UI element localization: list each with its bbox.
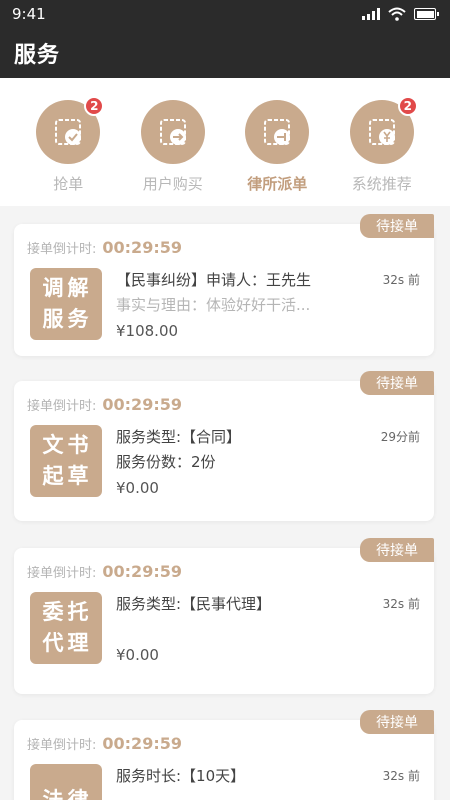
countdown-label: 接单倒计时: [27,399,97,414]
user-purchase-icon [140,100,205,164]
service-type-line1: 调解 [42,276,93,300]
service-type-line2: 起草 [42,464,93,488]
order-time-ago: 32s 前 [382,597,420,611]
service-type-box: 文书 起草 [30,425,102,497]
wifi-icon [388,7,406,21]
service-type-line1: 法律 [42,787,93,800]
status-badge: 待接单 [360,710,434,734]
category-system-recommend[interactable]: 2 系统推荐 [337,96,427,194]
service-type-box: 委托 代理 [30,592,102,664]
service-type-box: 调解 服务 [30,268,102,340]
order-card[interactable]: 待接单 接单倒计时: 00:29:59 文书起草 服务类型:【合同】 服务份数：… [14,371,434,521]
countdown: 接单倒计时: 00:29:59 [27,238,182,257]
countdown: 接单倒计时: 00:29:59 [27,395,182,414]
category-label: 律所派单 [247,175,308,193]
signal-icon [362,8,380,20]
grab-order-icon: 2 [36,96,105,164]
category-label: 系统推荐 [351,175,412,193]
order-line1: 服务时长:【10天】 [116,767,246,785]
category-label: 抢单 [53,175,84,193]
order-line2: 事实与理由：体验好好干活... [116,296,311,314]
countdown-time: 00:29:59 [102,238,182,257]
countdown-label: 接单倒计时: [27,738,97,753]
countdown-time: 00:29:59 [102,395,182,414]
countdown-label: 接单倒计时: [27,242,97,257]
status-icons [362,7,439,21]
page-title: 服务 [14,43,61,68]
order-price: ¥0.00 [116,479,159,497]
app-header: 服务 [0,28,450,78]
firm-dispatch-icon [245,100,310,164]
status-badge: 待接单 [360,371,434,395]
order-line1: 【民事纠纷】申请人：王先生 [116,271,312,289]
order-time-ago: 29分前 [380,430,420,444]
system-recommend-icon: 2 [349,96,418,164]
countdown-time: 00:29:59 [102,734,182,753]
status-bar: 9:41 [0,0,450,28]
category-label: 用户购买 [142,175,203,193]
service-type-line1: 委托 [42,600,93,624]
service-type-line2: 服务 [42,307,93,331]
order-info: 服务类型:【合同】 服务份数：2份 ¥0.00 [116,425,420,501]
battery-icon [414,8,439,20]
status-badge: 待接单 [360,538,434,562]
countdown-label: 接单倒计时: [27,566,97,581]
order-card[interactable]: 待接单 接单倒计时: 00:29:59 调解服务 【民事纠纷】申请人：王先生 事… [14,214,434,356]
order-line1: 服务类型:【民事代理】 [116,595,272,613]
category-grab-order[interactable]: 2 抢单 [23,96,113,194]
order-line1: 服务类型:【合同】 [116,428,242,446]
order-time-ago: 32s 前 [382,273,420,287]
status-badge: 待接单 [360,214,434,238]
category-user-purchase[interactable]: 用户购买 [128,100,218,194]
order-card[interactable]: 待接单 接单倒计时: 00:29:59 法律 服务时长:【10天】 32s 前 [14,710,434,800]
order-line2 [116,617,420,642]
order-info: 服务时长:【10天】 [116,764,420,789]
countdown: 接单倒计时: 00:29:59 [27,734,182,753]
service-type-line2: 代理 [42,631,93,655]
category-badge: 2 [397,96,418,116]
countdown: 接单倒计时: 00:29:59 [27,562,182,581]
service-type-box: 法律 [30,764,102,800]
countdown-time: 00:29:59 [102,562,182,581]
order-line2: 服务份数：2份 [116,453,216,471]
category-strip: 2 抢单 用户购买 律所派单 2 系统推荐 [0,78,450,206]
order-time-ago: 32s 前 [382,769,420,783]
category-firm-dispatch[interactable]: 律所派单 [232,100,322,194]
order-price: ¥0.00 [116,646,159,664]
order-info: 服务类型:【民事代理】 ¥0.00 [116,592,420,668]
category-badge: 2 [84,96,105,116]
order-info: 【民事纠纷】申请人：王先生 事实与理由：体验好好干活... ¥108.00 [116,268,420,344]
status-time: 9:41 [12,5,46,23]
order-card[interactable]: 待接单 接单倒计时: 00:29:59 委托代理 服务类型:【民事代理】 ¥0.… [14,538,434,694]
order-price: ¥108.00 [116,322,179,340]
service-type-line1: 文书 [42,433,93,457]
